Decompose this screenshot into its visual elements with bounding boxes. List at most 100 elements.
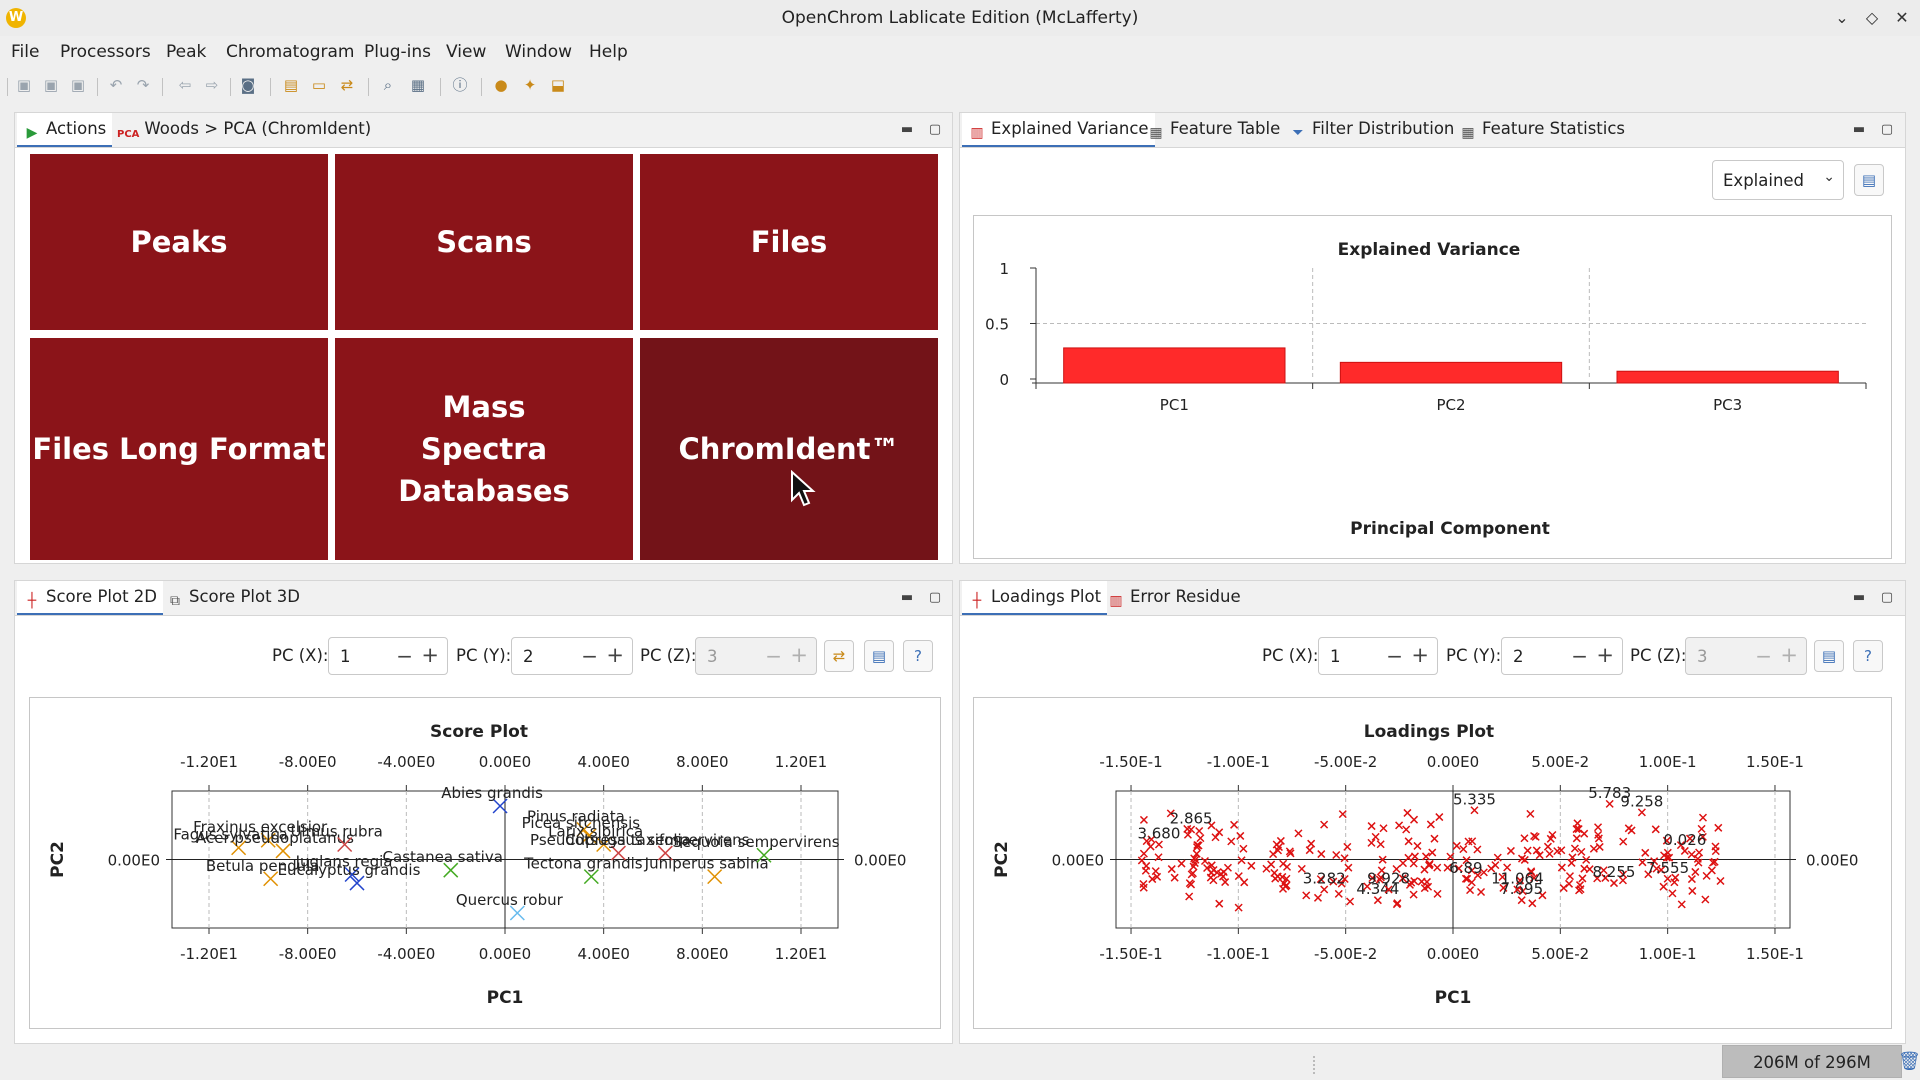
menu-peak[interactable]: Peak xyxy=(166,42,206,62)
menu-plugins[interactable]: Plug-ins xyxy=(364,42,431,62)
help-button[interactable]: ? xyxy=(1853,640,1883,672)
minimize-panel-icon[interactable]: ▬ xyxy=(898,121,916,139)
loading-label: 6.89 xyxy=(1449,859,1482,877)
label-toggle-button[interactable]: ⇄ xyxy=(824,640,854,672)
view-settings-icon[interactable]: ▦ xyxy=(408,76,428,94)
y-tick-label-right: 0.00E0 xyxy=(854,852,906,870)
table-icon: ▦ xyxy=(1461,125,1475,141)
loading-label: 9.928 xyxy=(1367,869,1410,887)
tile-chromident[interactable]: ChromIdent™ xyxy=(640,338,938,560)
increment-icon[interactable]: + xyxy=(606,643,624,667)
info-icon[interactable]: ⓘ xyxy=(450,76,470,94)
play-icon: ▶ xyxy=(26,125,38,141)
back-icon[interactable]: ⇦ xyxy=(175,76,195,94)
tile-files-long-format[interactable]: Files Long Format xyxy=(30,338,328,560)
y-axis-title: PC2 xyxy=(992,841,1012,878)
maximize-panel-icon[interactable]: ▢ xyxy=(1878,589,1896,607)
x-tick-label-bottom: -8.00E0 xyxy=(279,945,337,963)
decrement-icon[interactable]: − xyxy=(396,644,413,668)
menu-chromatogram[interactable]: Chromatogram xyxy=(226,42,354,62)
decrement-icon[interactable]: − xyxy=(1571,644,1588,668)
tile-mass-spectra-databases[interactable]: Mass Spectra Databases xyxy=(335,338,633,560)
loading-marker xyxy=(1641,848,1650,857)
minimize-panel-icon[interactable]: ▬ xyxy=(1850,589,1868,607)
loading-marker xyxy=(1209,876,1218,885)
pc-y-spinner[interactable]: 2 − + xyxy=(511,637,633,675)
minimize-panel-icon[interactable]: ▬ xyxy=(1850,121,1868,139)
minimize-panel-icon[interactable]: ▬ xyxy=(898,589,916,607)
decrement-icon[interactable]: − xyxy=(581,644,598,668)
maximize-panel-icon[interactable]: ▢ xyxy=(926,121,944,139)
x-tick-label-bottom: 0.00E0 xyxy=(1427,945,1479,963)
minimize-icon[interactable]: ⌄ xyxy=(1828,4,1856,32)
memory-indicator[interactable]: 206M of 296M xyxy=(1722,1045,1902,1078)
tab-woods-pca[interactable]: PCA Woods > PCA (ChromIdent) xyxy=(111,113,377,145)
maximize-panel-icon[interactable]: ▢ xyxy=(1878,121,1896,139)
menu-help[interactable]: Help xyxy=(589,42,628,62)
save-all-icon[interactable]: ▣ xyxy=(68,76,88,94)
x-tick-label-top: 0.00E0 xyxy=(1427,753,1479,771)
maximize-icon[interactable]: ◇ xyxy=(1858,4,1886,32)
pc-x-spinner[interactable]: 1 − + xyxy=(328,637,448,675)
close-icon[interactable]: ✕ xyxy=(1888,4,1916,32)
increment-icon[interactable]: + xyxy=(421,643,439,667)
tab-feature-table[interactable]: ▦ Feature Table xyxy=(1141,113,1286,145)
loadings-plot-frame: Loadings Plot -1.50E-1 -1.50E-1 -1.00E-1 -1.… xyxy=(973,697,1892,1029)
loading-marker xyxy=(1580,864,1589,873)
menu-window[interactable]: Window xyxy=(505,42,572,62)
menu-file[interactable]: File xyxy=(11,42,39,62)
x-tick-label-bottom: 4.00E0 xyxy=(577,945,629,963)
camera-icon[interactable]: ◙ xyxy=(238,76,258,94)
chart-settings-button[interactable]: ▤ xyxy=(1814,640,1844,672)
pc-y-spinner[interactable]: 2 − + xyxy=(1501,637,1623,675)
menu-processors[interactable]: Processors xyxy=(60,42,151,62)
tile-scans[interactable]: Scans xyxy=(335,154,633,330)
garbage-collect-icon[interactable]: 🗑 xyxy=(1898,1051,1920,1073)
loading-marker xyxy=(1240,878,1249,887)
x-tick-label-top: 1.20E1 xyxy=(775,753,827,771)
variance-mode-select[interactable]: Explained ⌄ xyxy=(1712,160,1844,200)
chart-settings-button[interactable]: ▤ xyxy=(864,640,894,672)
tile-peaks[interactable]: Peaks xyxy=(30,154,328,330)
export-icon[interactable]: ⬓ xyxy=(548,76,568,94)
open-perspective-icon[interactable]: ▤ xyxy=(281,76,301,94)
tab-score-plot-3d[interactable]: ⧉ Score Plot 3D xyxy=(160,581,306,613)
table-icon: ▦ xyxy=(1149,125,1163,141)
increment-icon[interactable]: + xyxy=(1596,643,1614,667)
open-folder-icon[interactable]: ▭ xyxy=(309,76,329,94)
plugin-icon[interactable]: ✦ xyxy=(520,76,540,94)
tab-feature-statistics[interactable]: ▦ Feature Statistics xyxy=(1453,113,1631,145)
increment-icon[interactable]: + xyxy=(1411,643,1429,667)
chart-settings-button[interactable]: ▤ xyxy=(1854,164,1884,196)
score-plot-frame: Score Plot -1.20E1 -1.20E1 -8.00E0 -8.00E0 -4… xyxy=(29,697,941,1029)
save-as-icon[interactable]: ▣ xyxy=(41,76,61,94)
transfer-icon[interactable]: ⇄ xyxy=(337,76,357,94)
x-tick-label-top: -1.50E-1 xyxy=(1099,753,1162,771)
loading-marker xyxy=(1200,856,1209,866)
tab-filter-distribution[interactable]: ⏷ Filter Distribution xyxy=(1283,113,1460,145)
pc-x-spinner[interactable]: 1 − + xyxy=(1318,637,1438,675)
tab-explained-variance[interactable]: ▥ Explained Variance xyxy=(962,113,1155,147)
undo-icon[interactable]: ↶ xyxy=(106,76,126,94)
loading-marker xyxy=(1276,836,1285,845)
save-icon[interactable]: ▣ xyxy=(14,76,34,94)
help-button[interactable]: ? xyxy=(903,640,933,672)
decrement-icon[interactable]: − xyxy=(1386,644,1403,668)
redo-icon[interactable]: ↷ xyxy=(133,76,153,94)
tab-actions[interactable]: ▶ Actions xyxy=(17,113,113,147)
loading-marker xyxy=(1695,848,1704,857)
y-tick-label-left: 0.00E0 xyxy=(108,852,160,870)
tile-files[interactable]: Files xyxy=(640,154,938,330)
tab-score-plot-2d[interactable]: ┼ Score Plot 2D xyxy=(17,581,164,615)
x-tick-label: PC2 xyxy=(1436,396,1465,414)
tab-loadings-plot[interactable]: ┼ Loadings Plot xyxy=(962,581,1108,615)
user-icon[interactable]: ● xyxy=(491,76,511,94)
menu-view[interactable]: View xyxy=(446,42,486,62)
score-point-label: Sequoia sempervirens xyxy=(672,833,839,851)
loading-marker xyxy=(1239,844,1248,853)
forward-icon[interactable]: ⇨ xyxy=(202,76,222,94)
tab-error-residue[interactable]: ▥ Error Residue xyxy=(1101,581,1247,613)
x-tick-label: PC3 xyxy=(1713,396,1742,414)
maximize-panel-icon[interactable]: ▢ xyxy=(926,589,944,607)
search-icon[interactable]: ⌕ xyxy=(378,76,398,94)
